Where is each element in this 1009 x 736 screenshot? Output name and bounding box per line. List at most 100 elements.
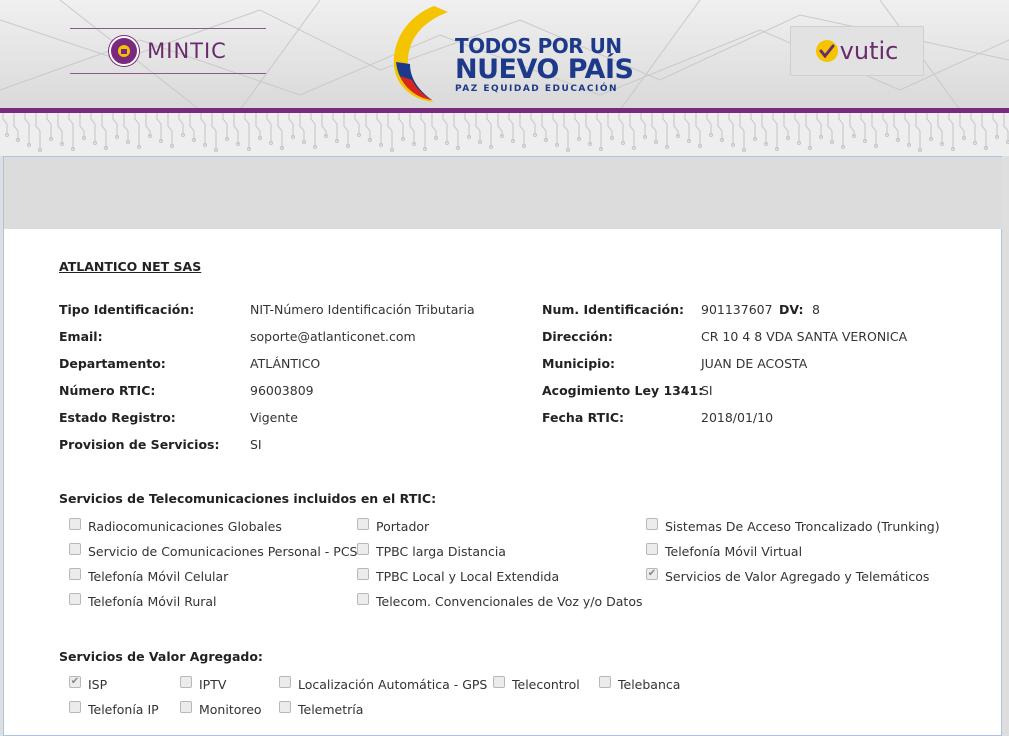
checkbox-icon[interactable] [357,593,369,605]
tipo-identificacion-label: Tipo Identificación: [59,302,194,317]
vas-checkbox-item[interactable]: Telemetría [279,702,363,717]
vas-checkbox-item[interactable]: Telecontrol [493,677,580,692]
checkbox-icon[interactable] [69,568,81,580]
registry-panel: ATLANTICO NET SAS Tipo Identificación: N… [3,156,1002,736]
acogimiento-ley-label: Acogimiento Ley 1341: [542,383,703,398]
vutic-suffix: tic [869,37,898,65]
telecom-checkbox-item[interactable]: Telefonía Móvil Celular [69,569,228,584]
checkbox-label: ISP [88,677,107,692]
slogan-line2: NUEVO PAÍS [455,54,633,85]
checkbox-label: TPBC Local y Local Extendida [376,569,559,584]
telecom-checkbox-item[interactable]: TPBC Local y Local Extendida [357,569,559,584]
checkbox-label: Telefonía IP [88,702,159,717]
checkbox-label: Portador [376,519,429,534]
checkbox-label: Telefonía Móvil Rural [88,594,217,609]
colombia-swoosh-icon [388,4,458,104]
checkbox-label: Radiocomunicaciones Globales [88,519,282,534]
telecom-checkbox-item[interactable]: Telefonía Móvil Virtual [646,544,802,559]
checkbox-icon[interactable] [180,701,192,713]
acogimiento-ley-value: SI [701,383,713,398]
checkbox-label: Monitoreo [199,702,262,717]
checkbox-icon[interactable]: ✔ [69,676,81,688]
vas-checkbox-item[interactable]: Telefonía IP [69,702,159,717]
circuit-pattern [0,113,1009,156]
estado-registro-value: Vigente [250,410,298,425]
direccion-label: Dirección: [542,329,613,344]
circuit-banner [0,113,1009,156]
checkbox-label: Telefonía Móvil Celular [88,569,228,584]
todos-por-un-nuevo-pais-logo[interactable]: TODOS POR UN NUEVO PAÍS PAZ EQUIDAD EDUC… [388,4,614,104]
checkbox-label: Servicio de Comunicaciones Personal - PC… [88,544,358,559]
checkbox-label: Sistemas De Acceso Troncalizado (Trunkin… [665,519,940,534]
checkbox-icon[interactable] [69,518,81,530]
municipio-label: Municipio: [542,356,615,371]
checkbox-label: Telemetría [298,702,363,717]
checkbox-label: Telebanca [618,677,680,692]
telecom-checkbox-item[interactable]: Telefonía Móvil Rural [69,594,217,609]
vutic-prefix: vu [840,37,869,65]
telecom-services-title: Servicios de Telecomunicaciones incluido… [59,491,436,506]
checkbox-label: Telecontrol [512,677,580,692]
company-name: ATLANTICO NET SAS [59,259,201,274]
provision-servicios-label: Provision de Servicios: [59,437,220,452]
checkbox-label: Servicios de Valor Agregado y Telemático… [665,569,929,584]
telecom-checkbox-item[interactable]: ✔ Servicios de Valor Agregado y Telemátic… [646,569,929,584]
vas-checkbox-item[interactable]: IPTV [180,677,226,692]
vas-services-title: Servicios de Valor Agregado: [59,649,263,664]
dv-value: 8 [812,302,820,317]
checkbox-icon[interactable] [646,518,658,530]
vas-checkbox-item[interactable]: Monitoreo [180,702,262,717]
telecom-checkbox-item[interactable]: Telecom. Convencionales de Voz y/o Datos [357,594,642,609]
checkbox-icon[interactable] [69,701,81,713]
checkbox-label: IPTV [199,677,226,692]
checkbox-label: TPBC larga Distancia [376,544,506,559]
numero-rtic-value: 96003809 [250,383,314,398]
telecom-checkbox-item[interactable]: Servicio de Comunicaciones Personal - PC… [69,544,358,559]
vutic-logo[interactable]: vutic [790,26,924,76]
checkbox-label: Telecom. Convencionales de Voz y/o Datos [376,594,642,609]
checkbox-icon[interactable] [357,518,369,530]
numero-rtic-label: Número RTIC: [59,383,155,398]
vutic-label: vutic [840,37,899,65]
checkbox-icon[interactable] [69,543,81,555]
mintic-label: MINTIC [147,39,227,63]
departamento-value: ATLÁNTICO [250,356,320,371]
check-icon [816,40,838,62]
panel-header-bar [4,157,1002,229]
fecha-rtic-label: Fecha RTIC: [542,410,624,425]
vas-checkbox-item[interactable]: ✔ ISP [69,677,107,692]
departamento-label: Departamento: [59,356,166,371]
checkbox-label: Localización Automática - GPS [298,677,487,692]
tipo-identificacion-value: NIT-Número Identificación Tributaria [250,302,475,317]
checkbox-icon[interactable] [180,676,192,688]
checkbox-label: Telefonía Móvil Virtual [665,544,802,559]
vas-checkbox-item[interactable]: Telebanca [599,677,680,692]
checkbox-icon[interactable] [279,701,291,713]
vas-checkbox-item[interactable]: Localización Automática - GPS [279,677,487,692]
dv-label: DV: [779,302,804,317]
fecha-rtic-value: 2018/01/10 [701,410,773,425]
checkbox-icon[interactable]: ✔ [646,568,658,580]
checkbox-icon[interactable] [646,543,658,555]
colombia-seal-icon [109,36,139,66]
checkbox-icon[interactable] [493,676,505,688]
email-value: soporte@atlanticonet.com [250,329,416,344]
provision-servicios-value: SI [250,437,262,452]
email-label: Email: [59,329,103,344]
checkbox-icon[interactable] [69,593,81,605]
checkbox-icon[interactable] [599,676,611,688]
direccion-value: CR 10 4 8 VDA SANTA VERONICA [701,329,907,344]
num-identificacion-value: 901137607 [701,302,773,317]
municipio-value: JUAN DE ACOSTA [701,356,807,371]
num-identificacion-label: Num. Identificación: [542,302,684,317]
telecom-checkbox-item[interactable]: Sistemas De Acceso Troncalizado (Trunkin… [646,519,940,534]
checkbox-icon[interactable] [279,676,291,688]
site-header: MINTIC TODOS POR UN NUEVO PAÍS PAZ EQUID… [0,0,1009,110]
telecom-checkbox-item[interactable]: TPBC larga Distancia [357,544,506,559]
checkbox-icon[interactable] [357,568,369,580]
mintic-logo[interactable]: MINTIC [70,28,266,74]
telecom-checkbox-item[interactable]: Radiocomunicaciones Globales [69,519,282,534]
telecom-checkbox-item[interactable]: Portador [357,519,429,534]
checkbox-icon[interactable] [357,543,369,555]
estado-registro-label: Estado Registro: [59,410,176,425]
